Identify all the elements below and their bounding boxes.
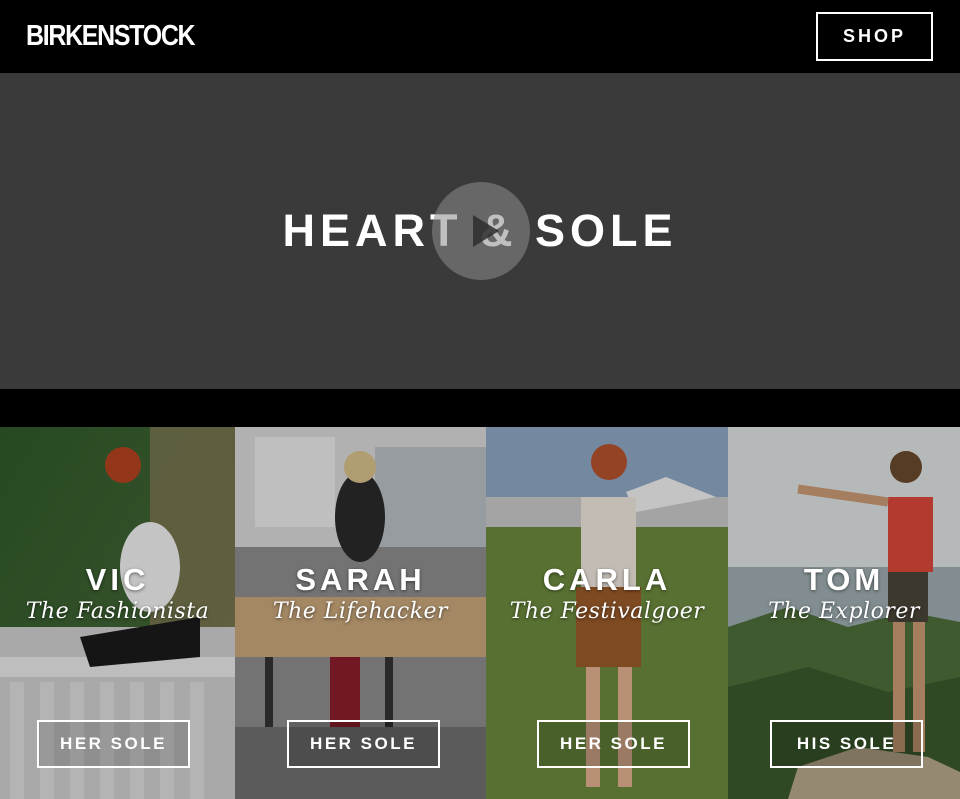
his-sole-button[interactable]: HIS SOLE — [770, 720, 923, 768]
card-name: TOM — [803, 562, 885, 597]
profile-card-sarah[interactable]: SARAH The Lifehacker HER SOLE — [235, 427, 486, 799]
profile-card-vic[interactable]: VIC The Fashionista HER SOLE — [0, 427, 235, 799]
her-sole-button[interactable]: HER SOLE — [287, 720, 440, 768]
her-sole-button[interactable]: HER SOLE — [37, 720, 190, 768]
profile-card-tom[interactable]: TOM The Explorer HIS SOLE — [728, 427, 960, 799]
profile-cards: VIC The Fashionista HER SOLE SARAH The L… — [0, 427, 960, 799]
profile-card-carla[interactable]: CARLA The Festivalgoer HER SOLE — [486, 427, 728, 799]
hero-video-banner: HEART & SOLE — [0, 73, 960, 389]
card-name: SARAH — [295, 562, 426, 597]
card-name: CARLA — [542, 562, 672, 597]
birkenstock-logo[interactable]: BIRKENSTOCK — [26, 20, 196, 53]
her-sole-button[interactable]: HER SOLE — [537, 720, 690, 768]
play-video-button[interactable] — [432, 182, 530, 280]
card-role: The Festivalgoer — [509, 599, 705, 624]
section-divider — [0, 389, 960, 427]
card-role: The Fashionista — [25, 599, 210, 624]
card-name: VIC — [85, 562, 150, 597]
play-icon — [473, 215, 499, 247]
card-role: The Explorer — [768, 599, 920, 624]
shop-button[interactable]: SHOP — [816, 12, 933, 61]
card-role: The Lifehacker — [272, 599, 449, 624]
top-navigation-bar: BIRKENSTOCK SHOP — [0, 0, 960, 73]
